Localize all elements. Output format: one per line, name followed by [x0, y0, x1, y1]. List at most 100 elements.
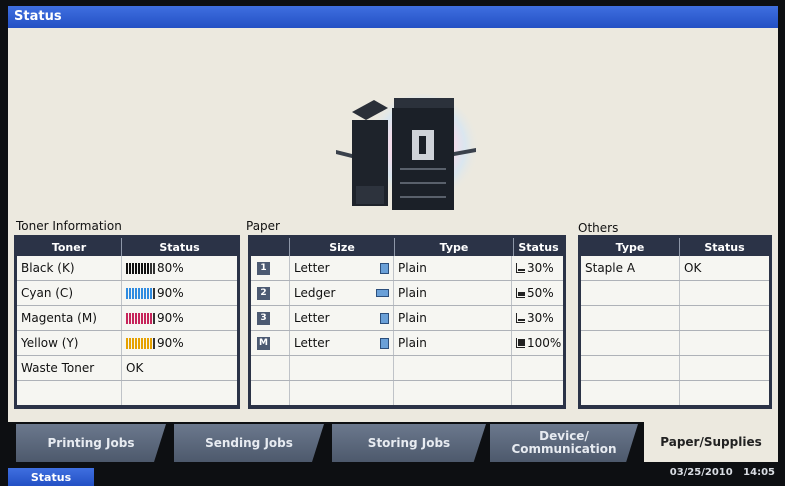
- others-status-cell: [679, 306, 769, 330]
- others-section-title: Others: [578, 221, 619, 235]
- toner-col-header: Toner: [51, 240, 87, 254]
- table-row: [581, 306, 769, 331]
- paper-type: Plain: [398, 286, 427, 300]
- gauge-segment: [135, 337, 137, 349]
- tab-storing-jobs[interactable]: Storing Jobs: [332, 424, 486, 462]
- paper-portrait-icon: [380, 312, 389, 324]
- table-row: Black (K) 80%: [17, 256, 237, 281]
- others-type-cell: [581, 306, 679, 330]
- table-row[interactable]: 3 Letter Plain 30%: [251, 306, 563, 331]
- gauge-segment: [141, 312, 143, 324]
- content-area: Toner Information Toner Status Black (K)…: [8, 28, 778, 422]
- paper-status-cell: [511, 356, 563, 380]
- toner-gauge: [126, 287, 155, 299]
- others-status-col-header: Status: [679, 238, 769, 256]
- paper-type: Plain: [398, 311, 427, 325]
- gauge-segment: [138, 287, 140, 299]
- paper-status: 30%: [527, 261, 554, 275]
- size-cell: Letter: [289, 331, 393, 355]
- tab-printing-jobs[interactable]: Printing Jobs: [16, 424, 166, 462]
- gauge-segment: [153, 312, 155, 324]
- size-cell: Ledger: [289, 281, 393, 305]
- table-row[interactable]: 1 Letter Plain 30%: [251, 256, 563, 281]
- toner-name-cell: Magenta (M): [17, 306, 121, 330]
- gauge-segment: [153, 262, 155, 274]
- gauge-segment: [153, 287, 155, 299]
- toner-percent: 90%: [157, 336, 184, 350]
- others-status-cell: [679, 356, 769, 380]
- type-cell: [393, 381, 511, 405]
- tray-m-icon: M: [257, 336, 270, 350]
- gauge-segment: [135, 287, 137, 299]
- toner-header: Toner Status: [17, 238, 237, 256]
- type-cell: Plain: [393, 281, 511, 305]
- gauge-segment: [144, 312, 146, 324]
- table-row: Yellow (Y) 90%: [17, 331, 237, 356]
- status-bar: [0, 462, 785, 486]
- gauge-segment: [141, 337, 143, 349]
- tray-3-icon: 3: [257, 311, 270, 325]
- status-button[interactable]: Status: [8, 468, 94, 486]
- others-type: Staple A: [585, 261, 636, 275]
- toner-rows: Black (K) 80% Cyan (C) 90% Magenta (M) 90% Yel…: [17, 256, 237, 405]
- gauge-segment: [144, 287, 146, 299]
- gauge-segment: [135, 312, 137, 324]
- paper-landscape-icon: [376, 289, 389, 297]
- gauge-segment: [147, 312, 149, 324]
- others-table: Type Status Staple A OK: [578, 235, 772, 409]
- paper-status-cell: 30%: [511, 256, 563, 280]
- toner-percent: 90%: [157, 286, 184, 300]
- paper-status-cell: 50%: [511, 281, 563, 305]
- others-header: Type Status: [581, 238, 769, 256]
- tray-col-header: [251, 238, 289, 256]
- gauge-segment: [129, 337, 131, 349]
- tab-strip: Printing Jobs Sending Jobs Storing Jobs …: [8, 422, 778, 462]
- table-row: Staple A OK: [581, 256, 769, 281]
- tab-paper-supplies[interactable]: Paper/Supplies: [644, 422, 778, 462]
- gauge-segment: [126, 312, 128, 324]
- toner-status-text: OK: [126, 361, 144, 375]
- paper-size: Letter: [294, 311, 330, 325]
- paper-rows: 1 Letter Plain 30% 2 Ledger Plain 50% 3 Letter Pla…: [251, 256, 563, 405]
- table-row[interactable]: 2 Ledger Plain 50%: [251, 281, 563, 306]
- paper-level-icon: [516, 338, 525, 348]
- gauge-segment: [153, 337, 155, 349]
- datetime: 03/25/2010 14:05: [670, 467, 775, 478]
- toner-name-cell: Yellow (Y): [17, 331, 121, 355]
- table-row: Cyan (C) 90%: [17, 281, 237, 306]
- tray-cell: 2: [251, 281, 289, 305]
- tab-sending-jobs[interactable]: Sending Jobs: [174, 424, 324, 462]
- toner-name-cell: Waste Toner: [17, 356, 121, 380]
- gauge-segment: [147, 337, 149, 349]
- table-row: [581, 381, 769, 405]
- paper-level-icon: [516, 288, 525, 298]
- others-status: OK: [684, 261, 702, 275]
- size-col-header: Size: [289, 238, 394, 256]
- gauge-segment: [141, 287, 143, 299]
- toner-percent: 80%: [157, 261, 184, 275]
- table-row: [251, 356, 563, 381]
- tab-device-communication[interactable]: Device/ Communication: [490, 424, 638, 462]
- type-col-header: Type: [394, 238, 513, 256]
- gauge-segment: [132, 287, 134, 299]
- tray-cell: 1: [251, 256, 289, 280]
- gauge-segment: [138, 337, 140, 349]
- others-status-cell: [679, 331, 769, 355]
- table-row[interactable]: M Letter Plain 100%: [251, 331, 563, 356]
- toner-status-cell: 80%: [121, 256, 237, 280]
- toner-status-cell: 90%: [121, 281, 237, 305]
- paper-size: Ledger: [294, 286, 336, 300]
- tray-2-icon: 2: [257, 286, 270, 300]
- paper-status: 100%: [527, 336, 562, 350]
- gauge-segment: [150, 337, 152, 349]
- others-type-cell: [581, 356, 679, 380]
- gauge-segment: [132, 337, 134, 349]
- others-type-col-header: Type: [615, 240, 645, 254]
- toner-status-cell: OK: [121, 356, 237, 380]
- paper-table: Size Type Status 1 Letter Plain 30% 2 Ledger P…: [248, 235, 566, 409]
- paper-status-cell: [511, 381, 563, 405]
- tray-cell: [251, 356, 289, 380]
- gauge-segment: [150, 287, 152, 299]
- table-row: [251, 381, 563, 405]
- status-screen: Status Toner Information Toner Status Bl…: [0, 0, 785, 486]
